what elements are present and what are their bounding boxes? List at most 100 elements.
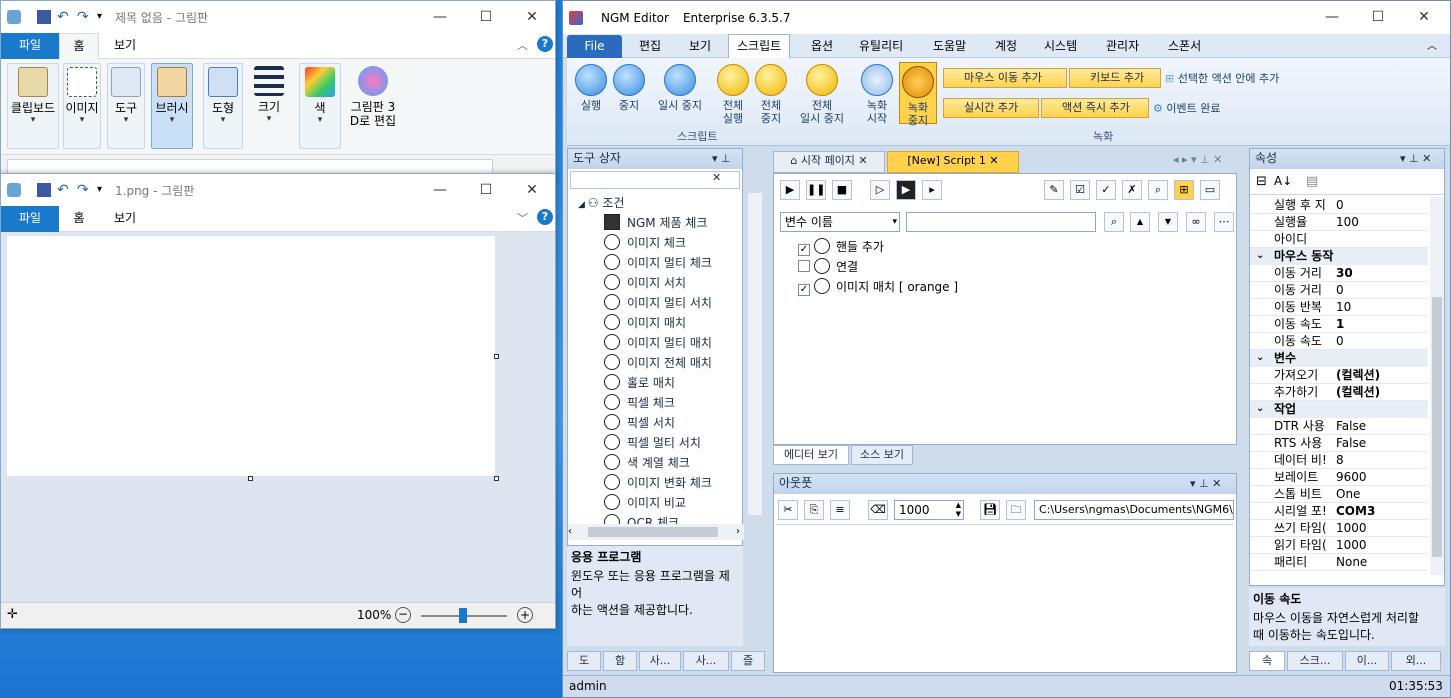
- tab-functions[interactable]: 함: [603, 651, 637, 671]
- pause-icon[interactable]: ❚❚: [806, 180, 826, 200]
- resize-handle-corner[interactable]: [494, 476, 499, 481]
- toolbox-item[interactable]: 이미지 변화 체크: [604, 473, 712, 493]
- title-bar[interactable]: ↶ ↷ ▾ 1.png - 그림판 — ☐ ✕: [1, 174, 555, 206]
- action-checkbox[interactable]: [798, 260, 810, 272]
- zoom-out-button[interactable]: −: [395, 607, 411, 623]
- tab-start-page[interactable]: ⌂ 시작 페이지 ✕: [773, 151, 885, 173]
- redo-icon[interactable]: ↷: [77, 183, 91, 197]
- menu-admin[interactable]: 관리자: [1106, 37, 1139, 54]
- property-row[interactable]: 읽기 타임(1000: [1250, 537, 1428, 554]
- clipboard-group[interactable]: 클립보드 ▾: [7, 63, 59, 149]
- properties-scrollbar[interactable]: [1430, 197, 1444, 575]
- tab-view[interactable]: 보기: [105, 33, 145, 59]
- property-pages-icon[interactable]: ▤: [1306, 174, 1318, 189]
- maximize-button[interactable]: ☐: [463, 1, 509, 33]
- zoom-in-button[interactable]: +: [517, 607, 533, 623]
- property-row[interactable]: 아이디: [1250, 231, 1428, 248]
- property-row[interactable]: 이동 속도 0: [1250, 333, 1428, 350]
- toolbox-item[interactable]: 이미지 멀티 매치: [604, 333, 712, 353]
- minimize-button[interactable]: —: [417, 174, 463, 206]
- add-inside-action-button[interactable]: ⊞ 선택한 액션 안에 추가: [1165, 70, 1279, 86]
- pause-button[interactable]: 일시 중지: [651, 64, 709, 112]
- tree-root-conditions[interactable]: ◢ ⚇ 조건: [578, 193, 624, 213]
- menu-file[interactable]: File: [567, 35, 622, 58]
- add-keyboard-button[interactable]: 키보드 추가: [1069, 68, 1161, 88]
- property-row[interactable]: 이동 반복 10: [1250, 299, 1428, 316]
- stop-button[interactable]: 중지: [611, 64, 647, 112]
- minimize-button[interactable]: —: [417, 1, 463, 33]
- ngm-editor-window[interactable]: NGM Editor Enterprise 6.3.5.7 — ☐ ✕ File…: [562, 0, 1451, 698]
- toolbox-item[interactable]: 픽셀 멀티 서치: [604, 433, 701, 453]
- folder-icon[interactable]: 🗀︎: [1006, 500, 1026, 520]
- resize-handle-right[interactable]: [494, 354, 499, 359]
- script-editor[interactable]: ▶ ❚❚ ■ ▷ ▶ ▸ ✎ ☑ ✓ ✗ ⌕ ⊞ ▭ 변수 이름 ▾ ⌕ ▲ ▼ …: [773, 173, 1237, 445]
- save-icon[interactable]: [37, 10, 51, 24]
- close-button[interactable]: ✕: [509, 1, 555, 33]
- save-icon[interactable]: [37, 183, 51, 197]
- paint-window-untitled[interactable]: ↶ ↷ ▾ 제목 없음 - 그림판 — ☐ ✕ 파일 홈 보기 ︿ ? 클립보드…: [0, 0, 556, 181]
- title-bar[interactable]: ↶ ↷ ▾ 제목 없음 - 그림판 — ☐ ✕: [1, 1, 555, 33]
- property-row[interactable]: 이동 거리 30: [1250, 265, 1428, 282]
- eraser-icon[interactable]: ⌫: [868, 500, 888, 520]
- toolbox-item[interactable]: 홀로 매치: [604, 373, 675, 393]
- colors-group[interactable]: 색 ▾: [299, 63, 341, 149]
- help-icon[interactable]: ?: [537, 209, 553, 225]
- tab-source-view[interactable]: 소스 보기: [851, 445, 913, 465]
- action-item[interactable]: ✓ 핸들 추가: [798, 238, 884, 256]
- maximize-button[interactable]: ☐: [1355, 1, 1401, 33]
- alphabetical-icon[interactable]: A↓: [1274, 174, 1292, 188]
- property-row[interactable]: 이동 속도 1: [1250, 316, 1428, 333]
- monitor-icon[interactable]: ▭: [1200, 180, 1220, 200]
- find-icon[interactable]: ⌕: [1148, 180, 1168, 200]
- toolbox-item[interactable]: 색 계열 체크: [604, 453, 690, 473]
- play-icon[interactable]: ▶: [780, 180, 800, 200]
- delete-icon[interactable]: ✗: [1122, 180, 1142, 200]
- property-row[interactable]: RTS 사용 False: [1250, 435, 1428, 452]
- clear-output-icon[interactable]: ✂: [778, 500, 798, 520]
- output-path-field[interactable]: C:\Users\ngmas\Documents\NGM6\: [1034, 500, 1234, 520]
- maximize-button[interactable]: ☐: [463, 174, 509, 206]
- add-realtime-button[interactable]: 실시간 추가: [943, 98, 1039, 118]
- loop-icon[interactable]: ∞: [1186, 212, 1206, 232]
- qat-dropdown-icon[interactable]: ▾: [97, 10, 111, 24]
- property-row[interactable]: 실행율 100: [1250, 214, 1428, 231]
- tab-file[interactable]: 파일: [1, 33, 59, 59]
- property-row[interactable]: 스톱 비트 One: [1250, 486, 1428, 503]
- property-row[interactable]: DTR 사용 False: [1250, 418, 1428, 435]
- menu-help[interactable]: 도움말: [933, 37, 966, 54]
- property-row[interactable]: 실행 후 지0: [1250, 197, 1428, 214]
- collapse-ribbon-icon[interactable]: ︿: [517, 37, 528, 53]
- tab-script-list[interactable]: 스크...: [1287, 651, 1343, 671]
- shapes-group[interactable]: 도형 ▾: [203, 63, 243, 149]
- tab-nav-icons[interactable]: ◂ ▸ ▾ ⊥ ✕: [1173, 153, 1222, 166]
- toolbox-scrollbar[interactable]: [748, 193, 762, 515]
- tab-user-functions[interactable]: 사...: [683, 651, 729, 671]
- action-item[interactable]: 연결: [798, 258, 858, 276]
- menu-script[interactable]: 스크립트: [728, 34, 791, 59]
- run-button[interactable]: 실행: [573, 64, 609, 112]
- tab-properties[interactable]: 속: [1249, 651, 1285, 671]
- run-all-button[interactable]: 전체 실행: [715, 64, 751, 125]
- close-button[interactable]: ✕: [509, 174, 555, 206]
- resize-handle-bottom[interactable]: [248, 476, 253, 481]
- toolbox-item[interactable]: 이미지 멀티 체크: [604, 253, 712, 273]
- property-category[interactable]: ⌄ 작업: [1250, 401, 1428, 418]
- categorized-icon[interactable]: ⊟: [1256, 174, 1267, 189]
- property-row[interactable]: 시리얼 포! COM3: [1250, 503, 1428, 520]
- tab-editor-view[interactable]: 에디터 보기: [773, 445, 849, 465]
- ribbon-collapse-icon[interactable]: ︿: [1427, 37, 1437, 52]
- toolbox-item[interactable]: 이미지 전체 매치: [604, 353, 712, 373]
- menu-sponsor[interactable]: 스폰서: [1168, 37, 1201, 54]
- action-item[interactable]: ✓ 이미지 매치 [ orange ]: [798, 278, 958, 296]
- toolbox-item[interactable]: 이미지 멀티 서치: [604, 293, 712, 313]
- property-row[interactable]: 이동 거리 0: [1250, 282, 1428, 299]
- menu-options[interactable]: 옵션: [811, 37, 833, 54]
- toolbox-search[interactable]: [570, 171, 740, 189]
- record-start-button[interactable]: 녹화 시작: [859, 64, 895, 125]
- title-bar[interactable]: NGM Editor Enterprise 6.3.5.7 — ☐ ✕: [563, 1, 1450, 34]
- edit-icon[interactable]: ✎: [1044, 180, 1064, 200]
- toolbox-item[interactable]: 이미지 서치: [604, 273, 686, 293]
- canvas[interactable]: [7, 236, 495, 476]
- more-icon[interactable]: ⋯: [1214, 212, 1234, 232]
- paint3d-group[interactable]: 그림판 3 D로 편집: [345, 63, 401, 149]
